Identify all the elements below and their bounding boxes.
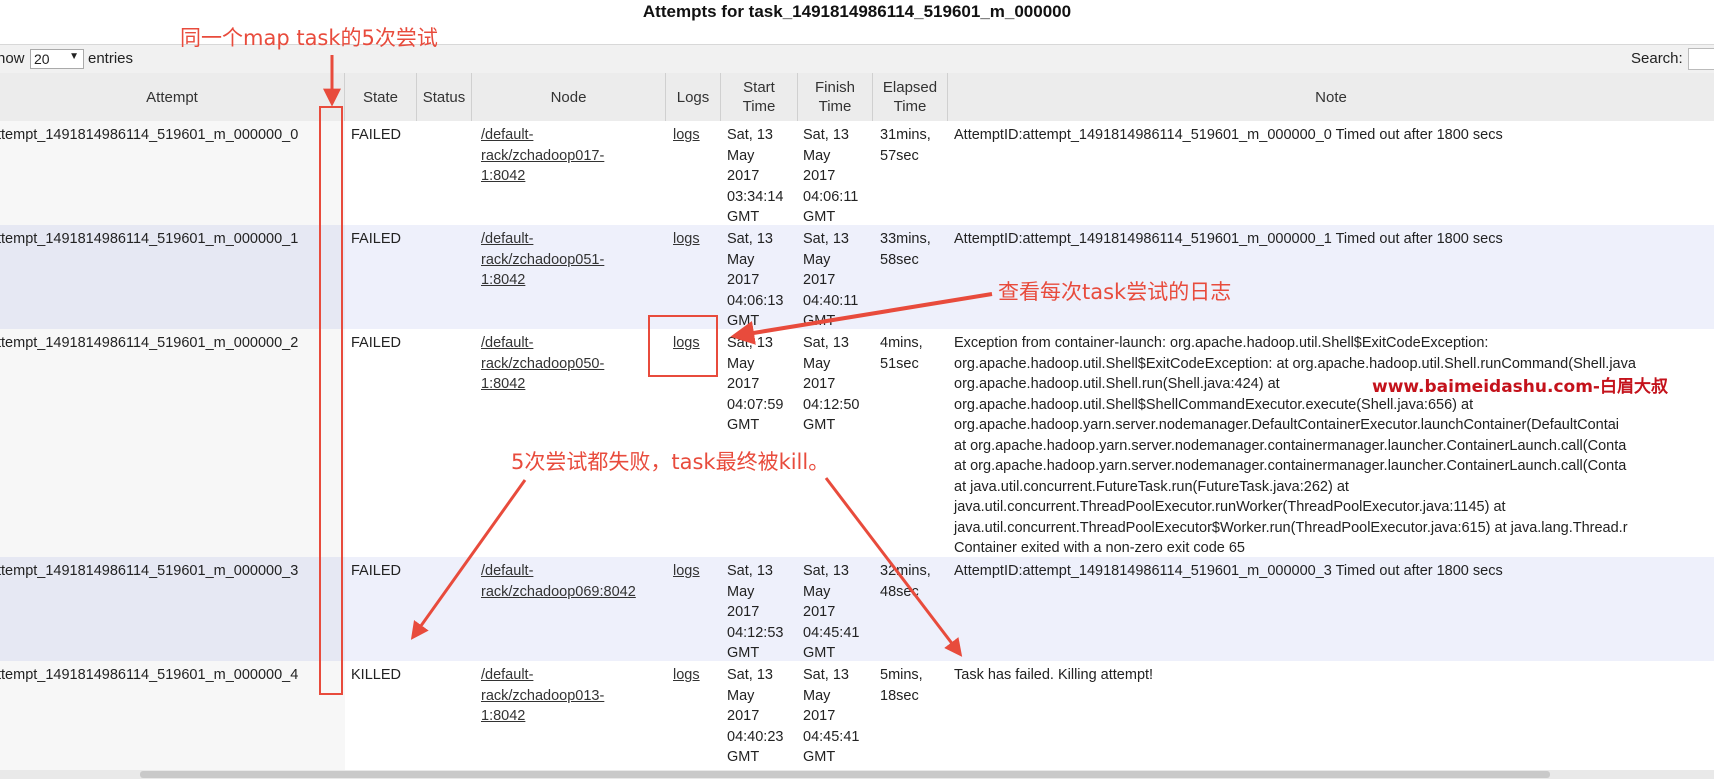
table-row: ttempt_1491814986114_519601_m_000000_3 F… bbox=[0, 557, 1714, 661]
column-header-state[interactable]: State bbox=[345, 73, 417, 121]
logs-link[interactable]: logs bbox=[673, 665, 700, 686]
page-title: Attempts for task_1491814986114_519601_m… bbox=[642, 2, 1072, 21]
column-header-attempt[interactable]: Attempt bbox=[0, 73, 345, 121]
node-link[interactable]: /default- rack/zchadoop050- 1:8042 bbox=[481, 333, 671, 395]
chevron-down-icon: ▼ bbox=[69, 51, 79, 62]
column-header-start-time[interactable]: Start Time bbox=[721, 73, 798, 121]
logs-link[interactable]: logs bbox=[673, 125, 700, 146]
start-time: Sat, 13 May 2017 04:06:13 GMT bbox=[727, 231, 784, 329]
node-link[interactable]: /default- rack/zchadoop051- 1:8042 bbox=[481, 229, 671, 291]
start-time: Sat, 13 May 2017 04:07:59 GMT bbox=[727, 335, 784, 433]
logs-link[interactable]: logs bbox=[673, 229, 700, 250]
entries-per-page-value: 20 bbox=[34, 51, 50, 67]
entries-label: entries bbox=[88, 50, 134, 67]
attempt-state: KILLED bbox=[351, 667, 401, 683]
search-label: Search: bbox=[1631, 50, 1683, 67]
finish-time: Sat, 13 May 2017 04:45:41 GMT bbox=[803, 667, 860, 765]
column-header-elapsed-time[interactable]: Elapsed Time bbox=[873, 73, 948, 121]
table-header: Attempt State Status Node Logs Start Tim… bbox=[0, 73, 1714, 122]
finish-time: Sat, 13 May 2017 04:45:41 GMT bbox=[803, 563, 860, 661]
logs-link[interactable]: logs bbox=[673, 561, 700, 582]
annotation-same-task: 同一个map task的5次尝试 bbox=[180, 26, 438, 50]
attempt-id: ttempt_1491814986114_519601_m_000000_2 bbox=[0, 335, 299, 351]
column-header-finish-time[interactable]: Finish Time bbox=[798, 73, 873, 121]
attempt-id: ttempt_1491814986114_519601_m_000000_1 bbox=[0, 231, 299, 247]
watermark: www.baimeidashu.com-白眉大叔 bbox=[1372, 377, 1668, 397]
table-row: ttempt_1491814986114_519601_m_000000_2 F… bbox=[0, 329, 1714, 557]
attempt-note: Exception from container-launch: org.apa… bbox=[954, 335, 1636, 556]
attempt-id: ttempt_1491814986114_519601_m_000000_3 bbox=[0, 563, 299, 579]
elapsed-time: 5mins, 18sec bbox=[880, 667, 923, 704]
attempt-note: AttemptID:attempt_1491814986114_519601_m… bbox=[954, 231, 1503, 247]
column-header-status[interactable]: Status bbox=[417, 73, 472, 121]
column-header-node[interactable]: Node bbox=[472, 73, 666, 121]
show-label: how bbox=[0, 50, 25, 67]
table-row: ttempt_1491814986114_519601_m_000000_0 F… bbox=[0, 121, 1714, 225]
table-row: ttempt_1491814986114_519601_m_000000_1 F… bbox=[0, 225, 1714, 329]
table-row: ttempt_1491814986114_519601_m_000000_4 K… bbox=[0, 661, 1714, 770]
attempt-state: FAILED bbox=[351, 231, 401, 247]
finish-time: Sat, 13 May 2017 04:40:11 GMT bbox=[803, 231, 859, 329]
attempt-state: FAILED bbox=[351, 335, 401, 351]
node-link[interactable]: /default- rack/zchadoop013- 1:8042 bbox=[481, 665, 671, 727]
column-header-note[interactable]: Note bbox=[948, 73, 1714, 121]
attempt-note: AttemptID:attempt_1491814986114_519601_m… bbox=[954, 127, 1503, 143]
scrollbar-thumb[interactable] bbox=[140, 771, 1550, 778]
elapsed-time: 31mins, 57sec bbox=[880, 127, 931, 164]
attempt-note: AttemptID:attempt_1491814986114_519601_m… bbox=[954, 563, 1503, 579]
horizontal-scrollbar[interactable] bbox=[0, 770, 1714, 779]
entries-per-page-select[interactable]: 20 ▼ bbox=[30, 49, 84, 69]
attempt-id: ttempt_1491814986114_519601_m_000000_0 bbox=[0, 127, 299, 143]
node-link[interactable]: /default- rack/zchadoop069:8042 bbox=[481, 561, 671, 602]
elapsed-time: 32mins, 48sec bbox=[880, 563, 931, 600]
logs-link[interactable]: logs bbox=[673, 333, 700, 354]
column-header-logs[interactable]: Logs bbox=[666, 73, 721, 121]
search-input[interactable] bbox=[1688, 48, 1714, 70]
node-link[interactable]: /default- rack/zchadoop017- 1:8042 bbox=[481, 125, 671, 187]
elapsed-time: 4mins, 51sec bbox=[880, 335, 923, 372]
attempt-state: FAILED bbox=[351, 563, 401, 579]
finish-time: Sat, 13 May 2017 04:12:50 GMT bbox=[803, 335, 860, 433]
attempt-id: ttempt_1491814986114_519601_m_000000_4 bbox=[0, 667, 299, 683]
annotation-view-logs: 查看每次task尝试的日志 bbox=[998, 280, 1232, 304]
start-time: Sat, 13 May 2017 03:34:14 GMT bbox=[727, 127, 784, 225]
start-time: Sat, 13 May 2017 04:12:53 GMT bbox=[727, 563, 784, 661]
attempt-state: FAILED bbox=[351, 127, 401, 143]
attempt-note: Task has failed. Killing attempt! bbox=[954, 667, 1154, 683]
finish-time: Sat, 13 May 2017 04:06:11 GMT bbox=[803, 127, 859, 225]
elapsed-time: 33mins, 58sec bbox=[880, 231, 931, 268]
annotation-all-failed: 5次尝试都失败，task最终被kill。 bbox=[511, 450, 830, 474]
start-time: Sat, 13 May 2017 04:40:23 GMT bbox=[727, 667, 784, 765]
